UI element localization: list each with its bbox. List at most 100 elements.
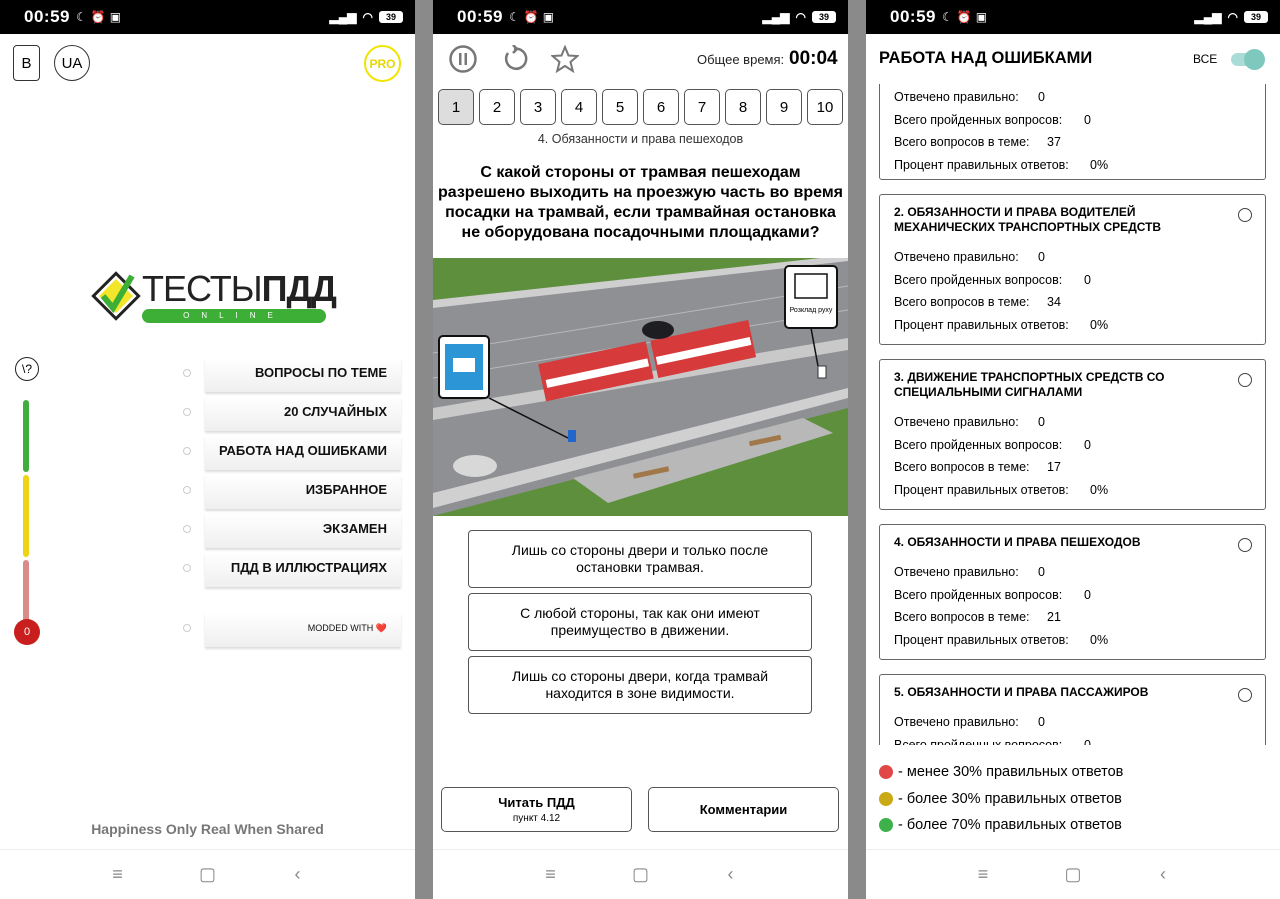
menu-favorites[interactable]: ИЗБРАННОЕ bbox=[205, 475, 401, 509]
stat-label: Процент правильных ответов: bbox=[894, 632, 1069, 647]
question-number-button[interactable]: 1 bbox=[438, 89, 474, 125]
menu-topic-questions[interactable]: ВОПРОСЫ ПО ТЕМЕ bbox=[205, 358, 401, 392]
app-icon: ▣ bbox=[542, 10, 555, 24]
question-numbers: 1 2 3 4 5 6 7 8 9 10 bbox=[438, 89, 843, 125]
menu-bullet bbox=[183, 564, 191, 572]
wifi-icon: ◠ bbox=[1227, 10, 1238, 24]
all-label: ВСЕ bbox=[1193, 52, 1218, 66]
question-number-button[interactable]: 8 bbox=[725, 89, 761, 125]
help-icon[interactable]: \? bbox=[15, 357, 39, 381]
mistakes-screen: 00:59 ☾ ⏰ ▣ ▂▄▆ ◠ 39 РАБОТА НАД ОШИБКАМИ ВСЕ… bbox=[866, 0, 1280, 899]
topic-card[interactable]: 2. ОБЯЗАННОСТИ И ПРАВА ВОДИТЕЛЕЙ МЕХАНИЧ… bbox=[879, 194, 1266, 345]
restart-icon[interactable] bbox=[499, 44, 529, 74]
read-rules-label: Читать ПДД bbox=[498, 795, 575, 810]
stat-value: 0 bbox=[1038, 415, 1045, 430]
stat-value: 0 bbox=[1084, 112, 1091, 127]
question-number-button[interactable]: 3 bbox=[520, 89, 556, 125]
menu-illustrations[interactable]: ПДД В ИЛЛЮСТРАЦИЯХ bbox=[205, 553, 401, 587]
menu-mistakes[interactable]: РАБОТА НАД ОШИБКАМИ bbox=[205, 436, 401, 470]
stat-label: Всего вопросов в теме: bbox=[894, 295, 1030, 310]
logo-sub: ONLINE bbox=[142, 309, 326, 323]
stat-value: 37 bbox=[1047, 135, 1061, 150]
status-time: 00:59 bbox=[890, 7, 936, 26]
status-bar: 00:59 ☾ ⏰ ▣ ▂▄▆ ◠ 39 bbox=[866, 0, 1280, 34]
question-number-button[interactable]: 10 bbox=[807, 89, 843, 125]
home-square-icon[interactable]: ▢ bbox=[631, 864, 651, 885]
menu-exam[interactable]: ЭКЗАМЕН bbox=[205, 514, 401, 548]
question-number-button[interactable]: 2 bbox=[479, 89, 515, 125]
battery-icon: 39 bbox=[379, 11, 403, 23]
comments-button[interactable]: Комментарии bbox=[648, 787, 839, 832]
status-icons: ☾ ⏰ ▣ bbox=[942, 10, 987, 24]
legend-dot-green bbox=[879, 818, 893, 832]
alarm-icon: ⏰ bbox=[90, 10, 106, 24]
pause-icon[interactable] bbox=[448, 44, 478, 74]
topic-title: 5. ОБЯЗАННОСТИ И ПРАВА ПАССАЖИРОВ bbox=[894, 685, 1149, 699]
stat-label: Отвечено правильно: bbox=[894, 565, 1019, 580]
status-time: 00:59 bbox=[24, 7, 70, 26]
question-number-button[interactable]: 9 bbox=[766, 89, 802, 125]
menu-bullet bbox=[183, 369, 191, 377]
home-square-icon[interactable]: ▢ bbox=[198, 864, 218, 885]
logo-text-b: ПДД bbox=[261, 268, 337, 309]
stat-value: 0% bbox=[1090, 632, 1109, 647]
answer-option-1[interactable]: Лишь со стороны двери и только после ост… bbox=[468, 530, 812, 588]
topic-card[interactable]: Отвечено правильно: 0 Всего пройденных во… bbox=[879, 84, 1266, 180]
question-number-button[interactable]: 6 bbox=[643, 89, 679, 125]
question-number-button[interactable]: 5 bbox=[602, 89, 638, 125]
topic-list[interactable]: Отвечено правильно: 0 Всего пройденных во… bbox=[866, 84, 1280, 745]
stat-label: Отвечено правильно: bbox=[894, 715, 1019, 730]
stat-value: 17 bbox=[1047, 460, 1061, 475]
topic-card[interactable]: 3. ДВИЖЕНИЕ ТРАНСПОРТНЫХ СРЕДСТВ СО СПЕЦ… bbox=[879, 359, 1266, 510]
battery-icon: 39 bbox=[1244, 11, 1268, 23]
radio-button[interactable] bbox=[1238, 208, 1252, 222]
app-icon: ▣ bbox=[975, 10, 988, 24]
legend-text: - более 30% правильных ответов bbox=[898, 791, 1122, 807]
radio-button[interactable] bbox=[1238, 538, 1252, 552]
question-illustration: Розклад руху bbox=[433, 258, 848, 516]
star-icon[interactable] bbox=[550, 44, 580, 74]
comments-label: Комментарии bbox=[699, 802, 788, 817]
menu-bullet bbox=[183, 486, 191, 494]
back-icon[interactable]: ‹ bbox=[1153, 864, 1173, 885]
legend-item: - более 70% правильных ответов bbox=[879, 817, 1122, 833]
topic-card[interactable]: 4. ОБЯЗАННОСТИ И ПРАВА ПЕШЕХОДОВ Отвечен… bbox=[879, 524, 1266, 660]
home-square-icon[interactable]: ▢ bbox=[1063, 864, 1083, 885]
moon-icon: ☾ bbox=[75, 10, 87, 24]
question-number-button[interactable]: 7 bbox=[684, 89, 720, 125]
question-text: С какой стороны от трамвая пешеходам раз… bbox=[437, 164, 843, 241]
topic-card[interactable]: 5. ОБЯЗАННОСТИ И ПРАВА ПАССАЖИРОВ Отвече… bbox=[879, 674, 1266, 745]
read-rules-button[interactable]: Читать ПДД пункт 4.12 bbox=[441, 787, 632, 832]
answer-option-3[interactable]: Лишь со стороны двери, когда трамвай нах… bbox=[468, 656, 812, 714]
signal-icon: ▂▄▆ bbox=[1194, 10, 1222, 24]
radio-button[interactable] bbox=[1238, 688, 1252, 702]
app-icon: ▣ bbox=[109, 10, 122, 24]
stat-value: 0 bbox=[1084, 437, 1091, 452]
back-icon[interactable]: ‹ bbox=[288, 864, 308, 885]
stat-value: 0 bbox=[1084, 737, 1091, 745]
pro-button[interactable]: PRO bbox=[364, 45, 401, 82]
lang-ua-button[interactable]: UA bbox=[54, 45, 90, 81]
stat-value: 0 bbox=[1084, 587, 1091, 602]
status-icons: ☾ ⏰ ▣ bbox=[76, 10, 121, 24]
stat-value: 0 bbox=[1084, 272, 1091, 287]
question-number-button[interactable]: 4 bbox=[561, 89, 597, 125]
radio-button[interactable] bbox=[1238, 373, 1252, 387]
wifi-icon: ◠ bbox=[362, 10, 373, 24]
menu-icon[interactable]: ≡ bbox=[973, 864, 993, 885]
menu-icon[interactable]: ≡ bbox=[108, 864, 128, 885]
all-toggle[interactable] bbox=[1231, 49, 1265, 70]
topic-title: 4. ОБЯЗАННОСТИ И ПРАВА ПЕШЕХОДОВ bbox=[894, 535, 1141, 549]
legend-text: - более 70% правильных ответов bbox=[898, 817, 1122, 833]
nav-bar: ≡ ▢ ‹ bbox=[866, 849, 1280, 899]
menu-icon[interactable]: ≡ bbox=[541, 864, 561, 885]
menu-bullet bbox=[183, 525, 191, 533]
menu-random-20[interactable]: 20 СЛУЧАЙНЫХ ВОПРОСОВ bbox=[205, 397, 401, 449]
lang-b-button[interactable]: В bbox=[13, 45, 40, 81]
nav-bar: ≡ ▢ ‹ bbox=[0, 849, 415, 899]
answer-option-2[interactable]: С любой стороны, так как они имеют преим… bbox=[468, 593, 812, 651]
back-icon[interactable]: ‹ bbox=[721, 864, 741, 885]
moon-icon: ☾ bbox=[941, 10, 953, 24]
menu-modded[interactable]: MODDED WITH ❤️ bbox=[205, 613, 401, 647]
stat-label: Всего вопросов в теме: bbox=[894, 610, 1030, 625]
